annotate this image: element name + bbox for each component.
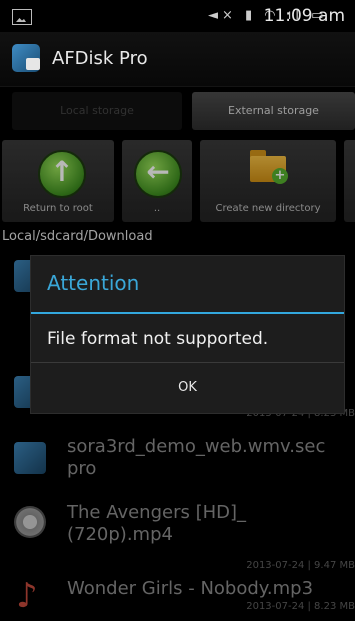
- app-logo-icon[interactable]: [12, 44, 40, 72]
- action-bar: AFDisk Pro: [0, 32, 355, 87]
- status-bar: ◄× ▮ ◠ ıl ▭ 11:09 am: [0, 0, 355, 32]
- app-title: AFDisk Pro: [52, 48, 148, 69]
- dialog-title: Attention: [47, 271, 140, 295]
- ok-button[interactable]: OK: [31, 363, 344, 413]
- status-clock: 11:09 am: [263, 6, 345, 26]
- dialog-message: File format not supported.: [47, 329, 269, 349]
- picture-icon: [12, 9, 32, 25]
- dialog-divider: [31, 312, 344, 314]
- attention-dialog: Attention File format not supported. OK: [30, 255, 345, 414]
